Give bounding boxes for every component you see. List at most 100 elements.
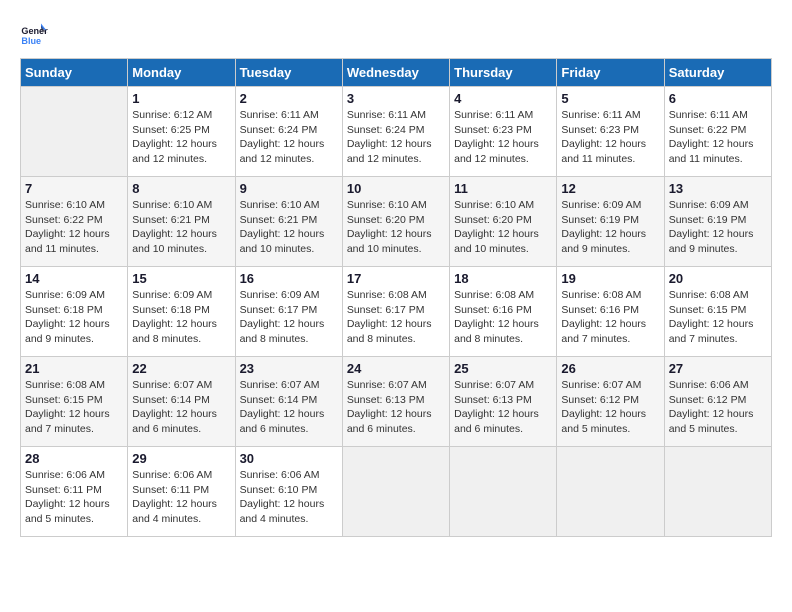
day-number: 28 bbox=[25, 451, 123, 466]
calendar-cell: 29Sunrise: 6:06 AM Sunset: 6:11 PM Dayli… bbox=[128, 447, 235, 537]
day-number: 9 bbox=[240, 181, 338, 196]
calendar-table: SundayMondayTuesdayWednesdayThursdayFrid… bbox=[20, 58, 772, 537]
day-info: Sunrise: 6:06 AM Sunset: 6:11 PM Dayligh… bbox=[25, 468, 123, 527]
day-number: 25 bbox=[454, 361, 552, 376]
day-number: 7 bbox=[25, 181, 123, 196]
day-info: Sunrise: 6:10 AM Sunset: 6:21 PM Dayligh… bbox=[240, 198, 338, 257]
day-info: Sunrise: 6:09 AM Sunset: 6:18 PM Dayligh… bbox=[25, 288, 123, 347]
calendar-cell: 12 Sunrise: 6:09 AM Sunset: 6:19 PM Dayli… bbox=[557, 177, 664, 267]
calendar-cell: 19Sunrise: 6:08 AM Sunset: 6:16 PM Dayli… bbox=[557, 267, 664, 357]
week-row-4: 21Sunrise: 6:08 AM Sunset: 6:15 PM Dayli… bbox=[21, 357, 772, 447]
header-tuesday: Tuesday bbox=[235, 59, 342, 87]
calendar-cell: 11 Sunrise: 6:10 AM Sunset: 6:20 PM Dayli… bbox=[450, 177, 557, 267]
calendar-cell bbox=[664, 447, 771, 537]
calendar-cell: 6 Sunrise: 6:11 AM Sunset: 6:22 PM Daylig… bbox=[664, 87, 771, 177]
day-number: 11 bbox=[454, 181, 552, 196]
day-info: Sunrise: 6:09 AM Sunset: 6:17 PM Dayligh… bbox=[240, 288, 338, 347]
day-number: 26 bbox=[561, 361, 659, 376]
day-number: 3 bbox=[347, 91, 445, 106]
day-number: 1 bbox=[132, 91, 230, 106]
logo-icon: General Blue bbox=[20, 20, 48, 48]
week-row-5: 28 Sunrise: 6:06 AM Sunset: 6:11 PM Dayli… bbox=[21, 447, 772, 537]
day-number: 24 bbox=[347, 361, 445, 376]
day-number: 4 bbox=[454, 91, 552, 106]
calendar-cell: 28 Sunrise: 6:06 AM Sunset: 6:11 PM Dayli… bbox=[21, 447, 128, 537]
calendar-cell: 27 Sunrise: 6:06 AM Sunset: 6:12 PM Dayli… bbox=[664, 357, 771, 447]
day-info: Sunrise: 6:07 AM Sunset: 6:13 PM Dayligh… bbox=[347, 378, 445, 437]
header-friday: Friday bbox=[557, 59, 664, 87]
week-row-3: 14 Sunrise: 6:09 AM Sunset: 6:18 PM Dayli… bbox=[21, 267, 772, 357]
day-number: 18 bbox=[454, 271, 552, 286]
calendar-cell: 16Sunrise: 6:09 AM Sunset: 6:17 PM Dayli… bbox=[235, 267, 342, 357]
day-number: 30 bbox=[240, 451, 338, 466]
calendar-cell: 26 Sunrise: 6:07 AM Sunset: 6:12 PM Dayli… bbox=[557, 357, 664, 447]
calendar-cell: 30 Sunrise: 6:06 AM Sunset: 6:10 PM Dayli… bbox=[235, 447, 342, 537]
day-info: Sunrise: 6:08 AM Sunset: 6:15 PM Dayligh… bbox=[669, 288, 767, 347]
day-number: 13 bbox=[669, 181, 767, 196]
calendar-cell: 24 Sunrise: 6:07 AM Sunset: 6:13 PM Dayli… bbox=[342, 357, 449, 447]
calendar-cell: 7 Sunrise: 6:10 AM Sunset: 6:22 PM Daylig… bbox=[21, 177, 128, 267]
day-number: 6 bbox=[669, 91, 767, 106]
day-info: Sunrise: 6:07 AM Sunset: 6:12 PM Dayligh… bbox=[561, 378, 659, 437]
day-info: Sunrise: 6:11 AM Sunset: 6:23 PM Dayligh… bbox=[561, 108, 659, 167]
day-number: 20 bbox=[669, 271, 767, 286]
week-row-1: 1 Sunrise: 6:12 AM Sunset: 6:25 PM Daylig… bbox=[21, 87, 772, 177]
day-info: Sunrise: 6:11 AM Sunset: 6:22 PM Dayligh… bbox=[669, 108, 767, 167]
day-number: 17 bbox=[347, 271, 445, 286]
calendar-cell: 4 Sunrise: 6:11 AM Sunset: 6:23 PM Daylig… bbox=[450, 87, 557, 177]
day-number: 5 bbox=[561, 91, 659, 106]
page-header: General Blue bbox=[20, 20, 772, 48]
calendar-cell: 3 Sunrise: 6:11 AM Sunset: 6:24 PM Daylig… bbox=[342, 87, 449, 177]
calendar-cell: 25 Sunrise: 6:07 AM Sunset: 6:13 PM Dayli… bbox=[450, 357, 557, 447]
day-info: Sunrise: 6:11 AM Sunset: 6:24 PM Dayligh… bbox=[240, 108, 338, 167]
calendar-cell: 2Sunrise: 6:11 AM Sunset: 6:24 PM Daylig… bbox=[235, 87, 342, 177]
header-monday: Monday bbox=[128, 59, 235, 87]
calendar-cell bbox=[342, 447, 449, 537]
day-info: Sunrise: 6:09 AM Sunset: 6:18 PM Dayligh… bbox=[132, 288, 230, 347]
day-number: 10 bbox=[347, 181, 445, 196]
calendar-cell: 22Sunrise: 6:07 AM Sunset: 6:14 PM Dayli… bbox=[128, 357, 235, 447]
calendar-header-row: SundayMondayTuesdayWednesdayThursdayFrid… bbox=[21, 59, 772, 87]
day-info: Sunrise: 6:08 AM Sunset: 6:16 PM Dayligh… bbox=[561, 288, 659, 347]
day-number: 12 bbox=[561, 181, 659, 196]
day-info: Sunrise: 6:11 AM Sunset: 6:23 PM Dayligh… bbox=[454, 108, 552, 167]
calendar-cell: 9 Sunrise: 6:10 AM Sunset: 6:21 PM Daylig… bbox=[235, 177, 342, 267]
calendar-cell: 23 Sunrise: 6:07 AM Sunset: 6:14 PM Dayli… bbox=[235, 357, 342, 447]
day-info: Sunrise: 6:09 AM Sunset: 6:19 PM Dayligh… bbox=[669, 198, 767, 257]
calendar-cell bbox=[21, 87, 128, 177]
day-info: Sunrise: 6:12 AM Sunset: 6:25 PM Dayligh… bbox=[132, 108, 230, 167]
day-info: Sunrise: 6:06 AM Sunset: 6:12 PM Dayligh… bbox=[669, 378, 767, 437]
day-number: 22 bbox=[132, 361, 230, 376]
day-number: 27 bbox=[669, 361, 767, 376]
day-info: Sunrise: 6:10 AM Sunset: 6:20 PM Dayligh… bbox=[454, 198, 552, 257]
calendar-cell: 8Sunrise: 6:10 AM Sunset: 6:21 PM Daylig… bbox=[128, 177, 235, 267]
week-row-2: 7 Sunrise: 6:10 AM Sunset: 6:22 PM Daylig… bbox=[21, 177, 772, 267]
day-info: Sunrise: 6:07 AM Sunset: 6:14 PM Dayligh… bbox=[240, 378, 338, 437]
day-info: Sunrise: 6:08 AM Sunset: 6:17 PM Dayligh… bbox=[347, 288, 445, 347]
day-info: Sunrise: 6:07 AM Sunset: 6:13 PM Dayligh… bbox=[454, 378, 552, 437]
day-info: Sunrise: 6:06 AM Sunset: 6:10 PM Dayligh… bbox=[240, 468, 338, 527]
calendar-cell bbox=[450, 447, 557, 537]
day-info: Sunrise: 6:09 AM Sunset: 6:19 PM Dayligh… bbox=[561, 198, 659, 257]
day-info: Sunrise: 6:06 AM Sunset: 6:11 PM Dayligh… bbox=[132, 468, 230, 527]
day-info: Sunrise: 6:10 AM Sunset: 6:22 PM Dayligh… bbox=[25, 198, 123, 257]
calendar-cell: 14 Sunrise: 6:09 AM Sunset: 6:18 PM Dayli… bbox=[21, 267, 128, 357]
calendar-cell: 15 Sunrise: 6:09 AM Sunset: 6:18 PM Dayli… bbox=[128, 267, 235, 357]
header-sunday: Sunday bbox=[21, 59, 128, 87]
day-number: 23 bbox=[240, 361, 338, 376]
calendar-cell: 17 Sunrise: 6:08 AM Sunset: 6:17 PM Dayli… bbox=[342, 267, 449, 357]
calendar-cell: 20 Sunrise: 6:08 AM Sunset: 6:15 PM Dayli… bbox=[664, 267, 771, 357]
day-info: Sunrise: 6:11 AM Sunset: 6:24 PM Dayligh… bbox=[347, 108, 445, 167]
logo: General Blue bbox=[20, 20, 52, 48]
day-number: 14 bbox=[25, 271, 123, 286]
calendar-cell: 21Sunrise: 6:08 AM Sunset: 6:15 PM Dayli… bbox=[21, 357, 128, 447]
header-thursday: Thursday bbox=[450, 59, 557, 87]
calendar-cell bbox=[557, 447, 664, 537]
day-info: Sunrise: 6:08 AM Sunset: 6:15 PM Dayligh… bbox=[25, 378, 123, 437]
calendar-cell: 18 Sunrise: 6:08 AM Sunset: 6:16 PM Dayli… bbox=[450, 267, 557, 357]
day-info: Sunrise: 6:08 AM Sunset: 6:16 PM Dayligh… bbox=[454, 288, 552, 347]
calendar-cell: 5 Sunrise: 6:11 AM Sunset: 6:23 PM Daylig… bbox=[557, 87, 664, 177]
header-wednesday: Wednesday bbox=[342, 59, 449, 87]
day-number: 15 bbox=[132, 271, 230, 286]
day-info: Sunrise: 6:10 AM Sunset: 6:20 PM Dayligh… bbox=[347, 198, 445, 257]
